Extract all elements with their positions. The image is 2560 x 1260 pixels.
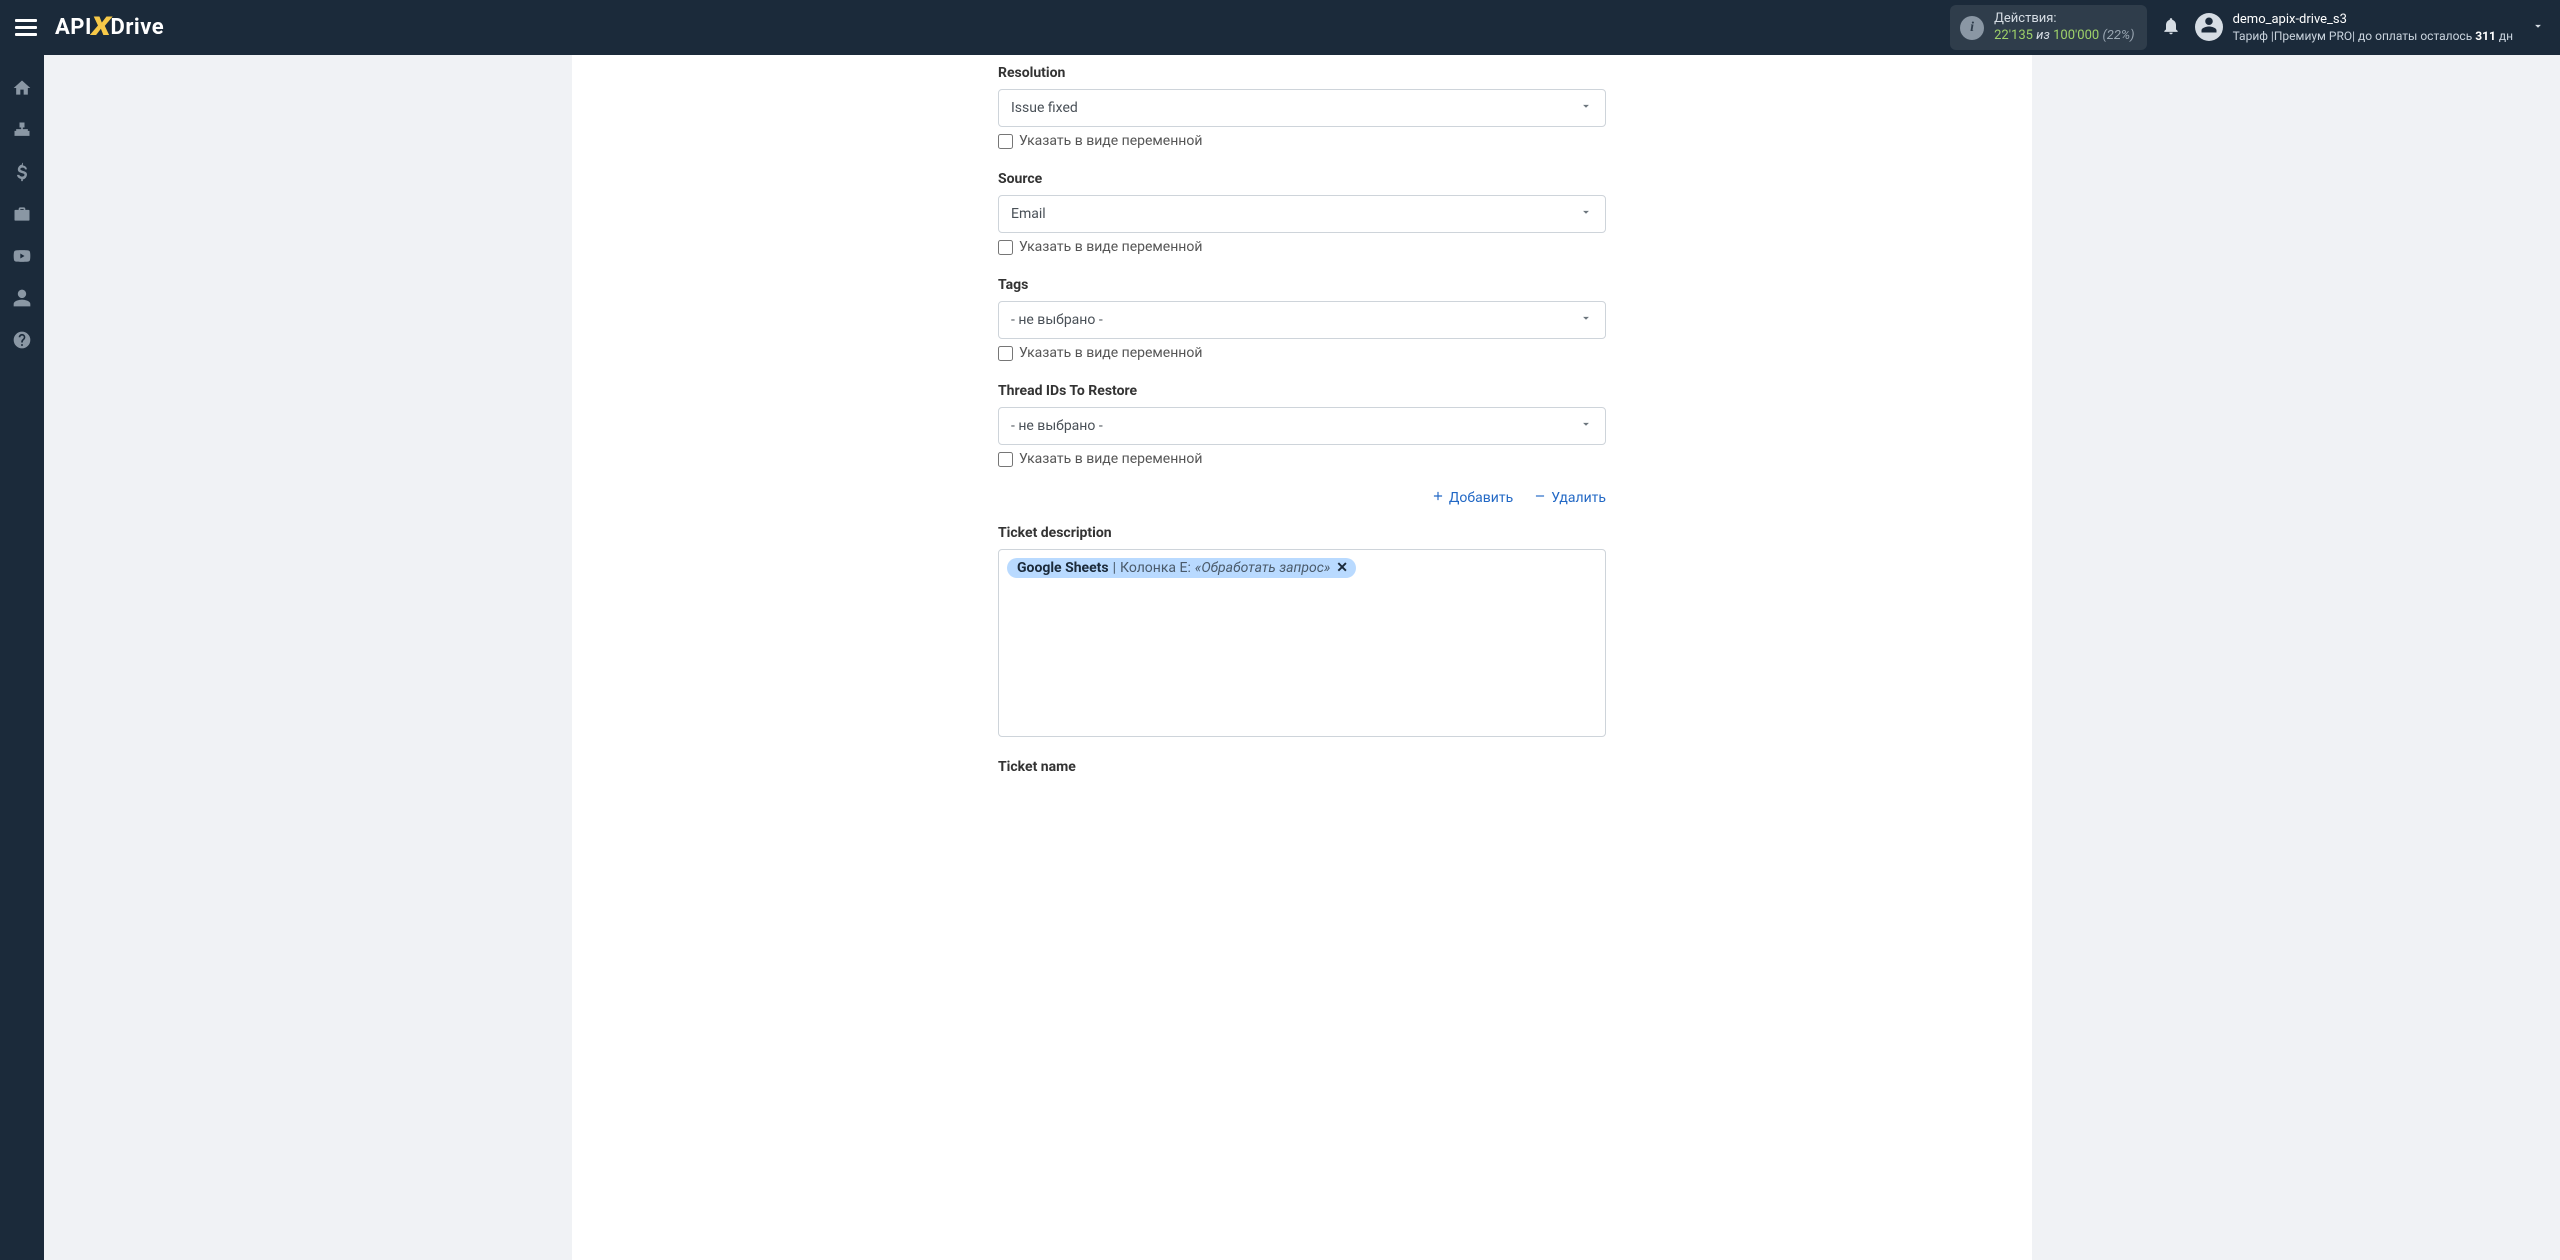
resolution-variable-checkbox[interactable] xyxy=(998,134,1013,149)
source-variable-checkbox[interactable] xyxy=(998,240,1013,255)
chevron-down-icon xyxy=(1579,417,1593,435)
actions-of: из xyxy=(2036,28,2050,43)
briefcase-icon xyxy=(12,204,32,228)
tag-remove-icon[interactable]: ✕ xyxy=(1336,560,1348,576)
logo-api: API xyxy=(55,15,92,40)
logo-drive: Drive xyxy=(111,15,165,40)
thread-ids-value: - не выбрано - xyxy=(1011,418,1103,434)
tags-variable-toggle[interactable]: Указать в виде переменной xyxy=(998,345,1606,361)
sitemap-icon xyxy=(12,120,32,144)
add-label: Добавить xyxy=(1449,490,1513,506)
field-ticket-description: Ticket description Google Sheets | Колон… xyxy=(998,525,1606,737)
field-tags: Tags - не выбрано - Указать в виде перем… xyxy=(998,277,1606,361)
logo-x-icon: X xyxy=(91,12,111,42)
sidebar-briefcase[interactable] xyxy=(0,195,44,237)
avatar xyxy=(2195,13,2223,41)
variable-checkbox-label: Указать в виде переменной xyxy=(1019,239,1202,255)
field-ticket-name: Ticket name xyxy=(998,759,1606,775)
thread-ids-variable-toggle[interactable]: Указать в виде переменной xyxy=(998,451,1606,467)
description-source-tag[interactable]: Google Sheets | Колонка E: «Обработать з… xyxy=(1007,558,1356,578)
actions-quota-badge[interactable]: i Действия: 22'135 из 100'000 (22%) xyxy=(1950,5,2146,51)
ticket-name-label: Ticket name xyxy=(998,759,1606,775)
actions-percent: (22%) xyxy=(2102,28,2134,43)
field-source: Source Email Указать в виде переменной xyxy=(998,171,1606,255)
hamburger-menu[interactable] xyxy=(15,19,37,36)
tag-separator: | xyxy=(1113,560,1116,576)
actions-used: 22'135 xyxy=(1994,28,2033,43)
chevron-down-icon xyxy=(2531,21,2545,37)
variable-checkbox-label: Указать в виде переменной xyxy=(1019,133,1202,149)
source-variable-toggle[interactable]: Указать в виде переменной xyxy=(998,239,1606,255)
form-panel: Resolution Issue fixed Указать в виде пе… xyxy=(572,55,2032,1260)
thread-ids-select[interactable]: - не выбрано - xyxy=(998,407,1606,445)
tag-column: Колонка E: xyxy=(1120,560,1191,576)
header-expand[interactable] xyxy=(2531,19,2545,37)
dollar-icon xyxy=(12,162,32,186)
user-name: demo_apix-drive_s3 xyxy=(2233,11,2513,29)
sidebar-video[interactable] xyxy=(0,237,44,279)
field-thread-ids: Thread IDs To Restore - не выбрано - Ука… xyxy=(998,383,1606,467)
actions-label: Действия: xyxy=(1994,11,2134,28)
notifications-bell[interactable] xyxy=(2161,16,2181,40)
sidebar-profile[interactable] xyxy=(0,279,44,321)
tags-variable-checkbox[interactable] xyxy=(998,346,1013,361)
source-label: Source xyxy=(998,171,1606,187)
youtube-icon xyxy=(12,246,32,270)
tags-label: Tags xyxy=(998,277,1606,293)
user-icon xyxy=(12,288,32,312)
sidebar-home[interactable] xyxy=(0,69,44,111)
source-select[interactable]: Email xyxy=(998,195,1606,233)
sidebar-connections[interactable] xyxy=(0,111,44,153)
bell-icon xyxy=(2161,24,2181,40)
variable-checkbox-label: Указать в виде переменной xyxy=(1019,345,1202,361)
tag-value: «Обработать запрос» xyxy=(1195,560,1330,576)
sidebar-help[interactable] xyxy=(0,321,44,363)
field-resolution: Resolution Issue fixed Указать в виде пе… xyxy=(998,65,1606,149)
ticket-description-input[interactable]: Google Sheets | Колонка E: «Обработать з… xyxy=(998,549,1606,737)
add-button[interactable]: Добавить xyxy=(1431,489,1513,507)
resolution-value: Issue fixed xyxy=(1011,100,1078,116)
source-value: Email xyxy=(1011,206,1046,222)
delete-label: Удалить xyxy=(1551,490,1606,506)
minus-icon xyxy=(1533,489,1547,507)
thread-ids-label: Thread IDs To Restore xyxy=(998,383,1606,399)
tags-select[interactable]: - не выбрано - xyxy=(998,301,1606,339)
user-icon xyxy=(2200,16,2218,38)
thread-ids-variable-checkbox[interactable] xyxy=(998,452,1013,467)
tags-value: - не выбрано - xyxy=(1011,312,1103,328)
thread-ids-actions: Добавить Удалить xyxy=(998,489,1606,507)
delete-button[interactable]: Удалить xyxy=(1533,489,1606,507)
chevron-down-icon xyxy=(1579,99,1593,117)
actions-total: 100'000 xyxy=(2053,28,2099,43)
home-icon xyxy=(12,78,32,102)
sidebar xyxy=(0,55,44,1260)
ticket-description-label: Ticket description xyxy=(998,525,1606,541)
tag-source: Google Sheets xyxy=(1017,560,1109,576)
resolution-label: Resolution xyxy=(998,65,1606,81)
question-icon xyxy=(12,330,32,354)
user-menu[interactable]: demo_apix-drive_s3 Тариф |Премиум PRO| д… xyxy=(2195,11,2513,45)
main-content: Resolution Issue fixed Указать в виде пе… xyxy=(44,55,2560,1260)
resolution-variable-toggle[interactable]: Указать в виде переменной xyxy=(998,133,1606,149)
app-header: API X Drive i Действия: 22'135 из 100'00… xyxy=(0,0,2560,55)
variable-checkbox-label: Указать в виде переменной xyxy=(1019,451,1202,467)
sidebar-billing[interactable] xyxy=(0,153,44,195)
user-plan: Тариф |Премиум PRO| до оплаты осталось 3… xyxy=(2233,28,2513,44)
logo[interactable]: API X Drive xyxy=(55,13,164,43)
info-icon: i xyxy=(1960,16,1984,40)
chevron-down-icon xyxy=(1579,205,1593,223)
resolution-select[interactable]: Issue fixed xyxy=(998,89,1606,127)
chevron-down-icon xyxy=(1579,311,1593,329)
plus-icon xyxy=(1431,489,1445,507)
